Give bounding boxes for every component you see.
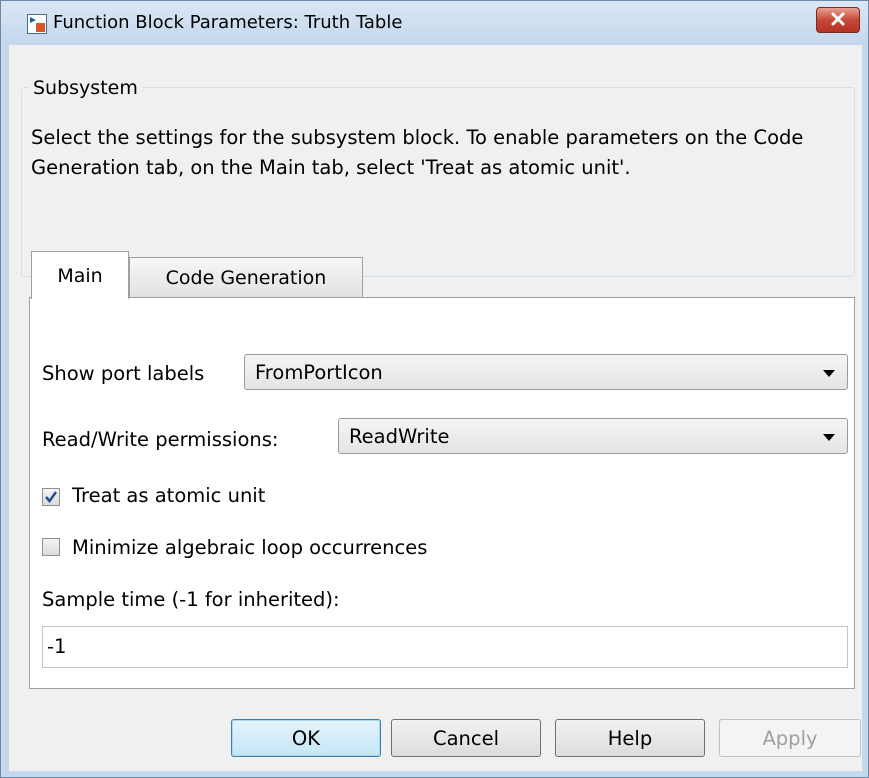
show-port-labels-select[interactable]: FromPortIcon xyxy=(244,354,848,390)
group-description: Select the settings for the subsystem bl… xyxy=(31,126,804,179)
chevron-down-icon xyxy=(823,370,835,377)
tab-main[interactable]: Main xyxy=(31,251,129,299)
window-title: Function Block Parameters: Truth Table xyxy=(53,12,403,33)
apply-button[interactable]: Apply xyxy=(719,719,861,757)
treat-atomic-checkbox[interactable] xyxy=(42,488,60,506)
tab-panel-main: Show port labels FromPortIcon Read/Write… xyxy=(29,297,855,689)
dialog-window: Function Block Parameters: Truth Table S… xyxy=(0,0,869,778)
title-bar[interactable]: Function Block Parameters: Truth Table xyxy=(1,1,868,45)
show-port-labels-value: FromPortIcon xyxy=(255,361,383,384)
tab-code-generation[interactable]: Code Generation xyxy=(129,257,363,297)
group-legend: Subsystem xyxy=(29,77,142,99)
sample-time-field[interactable] xyxy=(42,626,848,668)
dialog-body: Subsystem Select the settings for the su… xyxy=(9,45,862,771)
close-icon xyxy=(830,11,846,30)
cancel-button[interactable]: Cancel xyxy=(391,719,541,757)
close-button[interactable] xyxy=(816,7,860,33)
sample-time-input[interactable] xyxy=(47,635,827,658)
help-button[interactable]: Help xyxy=(555,719,705,757)
read-write-select[interactable]: ReadWrite xyxy=(338,418,848,454)
treat-atomic-label[interactable]: Treat as atomic unit xyxy=(72,484,265,507)
read-write-value: ReadWrite xyxy=(349,425,450,448)
minimize-loop-label[interactable]: Minimize algebraic loop occurrences xyxy=(72,536,427,559)
ok-button[interactable]: OK xyxy=(231,719,381,757)
chevron-down-icon xyxy=(823,434,835,441)
sample-time-label: Sample time (-1 for inherited): xyxy=(42,588,340,611)
checkmark-icon xyxy=(45,491,58,504)
minimize-loop-checkbox[interactable] xyxy=(42,538,60,556)
show-port-labels-label: Show port labels xyxy=(42,362,205,385)
simulink-block-icon xyxy=(27,14,47,34)
read-write-label: Read/Write permissions: xyxy=(42,428,279,451)
